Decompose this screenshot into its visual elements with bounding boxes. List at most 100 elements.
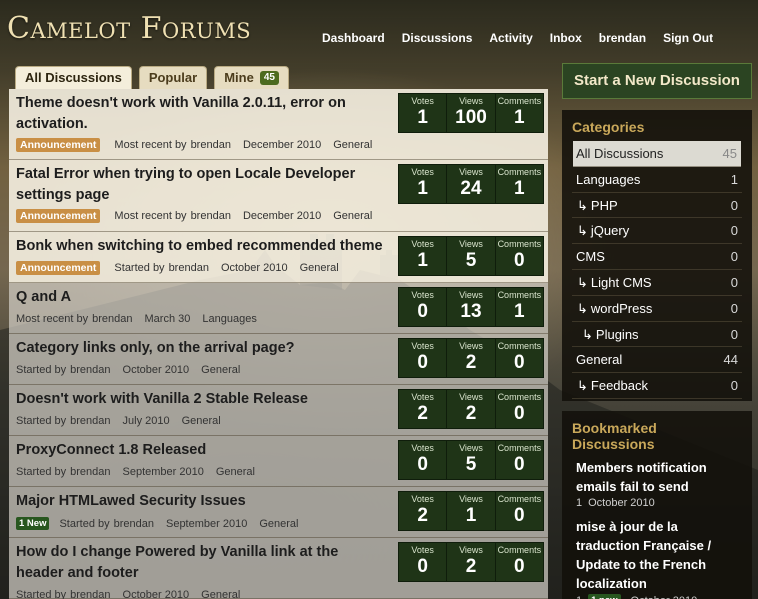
bookmark-item[interactable]: mise à jour de la traduction Française /…	[562, 517, 752, 599]
stat-value: 1	[417, 178, 428, 199]
votes-stat: Votes 0	[399, 543, 448, 581]
discussion-author[interactable]: Started by brendan	[16, 364, 111, 376]
category-item[interactable]: Languages 1	[572, 167, 742, 193]
votes-stat: Votes 0	[399, 441, 448, 479]
nav-sign-out[interactable]: Sign Out	[663, 31, 713, 45]
discussion-author[interactable]: Started by brendan	[114, 262, 209, 274]
stat-label: Views	[459, 392, 483, 402]
bookmark-title-link[interactable]: Members notification emails fail to send	[576, 458, 742, 496]
comments-stat: Comments 0	[496, 237, 543, 275]
discussion-author[interactable]: Most recent by brendan	[114, 210, 231, 222]
site-header: Camelot Forums Dashboard Discussions Act…	[0, 0, 758, 56]
discussion-category-link[interactable]: General	[182, 415, 221, 427]
nav-activity[interactable]: Activity	[489, 31, 532, 45]
author-name-link[interactable]: brendan	[70, 364, 110, 376]
category-item[interactable]: General 44	[572, 347, 742, 374]
discussion-category-link[interactable]: General	[333, 210, 372, 222]
discussion-row[interactable]: Fatal Error when trying to open Locale D…	[9, 160, 548, 232]
views-stat: Views 13	[447, 288, 496, 326]
stat-value: 1	[465, 505, 477, 526]
start-new-discussion-button[interactable]: Start a New Discussion	[562, 63, 752, 99]
discussion-title-link[interactable]: How do I change Powered by Vanilla link …	[16, 542, 386, 584]
discussion-row[interactable]: Doesn't work with Vanilla 2 Stable Relea…	[9, 385, 548, 436]
category-item[interactable]: CMS 0	[572, 244, 742, 270]
discussion-title-link[interactable]: Q and A	[16, 287, 386, 308]
nav-inbox[interactable]: Inbox	[550, 31, 582, 45]
category-item[interactable]: ↳ PHP 0	[572, 193, 742, 219]
discussion-title-link[interactable]: Major HTMLawed Security Issues	[16, 491, 386, 512]
discussion-title-link[interactable]: Fatal Error when trying to open Locale D…	[16, 164, 386, 206]
discussion-author[interactable]: Started by brendan	[16, 415, 111, 427]
author-prefix: Started by	[114, 262, 165, 274]
nav-dashboard[interactable]: Dashboard	[322, 31, 385, 45]
discussion-category-link[interactable]: General	[333, 139, 372, 151]
author-name-link[interactable]: brendan	[92, 313, 132, 325]
discussion-author[interactable]: Most recent by brendan	[16, 313, 133, 325]
category-count: 0	[730, 197, 738, 213]
author-name-link[interactable]: brendan	[70, 589, 110, 599]
discussion-title-link[interactable]: Doesn't work with Vanilla 2 Stable Relea…	[16, 389, 386, 410]
author-name-link[interactable]: brendan	[191, 139, 231, 151]
stat-label: Votes	[411, 239, 434, 249]
bookmark-title-link[interactable]: mise à jour de la traduction Française /…	[576, 517, 742, 593]
discussion-row[interactable]: ProxyConnect 1.8 Released Started by brend…	[9, 436, 548, 487]
discussion-category-link[interactable]: General	[201, 589, 240, 599]
announcement-badge: Announcement	[16, 261, 101, 275]
discussion-author[interactable]: Most recent by brendan	[114, 139, 231, 151]
discussion-title-link[interactable]: Theme doesn't work with Vanilla 2.0.11, …	[16, 93, 386, 135]
discussion-author[interactable]: Started by brendan	[16, 466, 111, 478]
stat-value: 5	[465, 250, 477, 271]
tab-mine[interactable]: Mine 45	[214, 66, 289, 89]
nav-discussions[interactable]: Discussions	[402, 31, 473, 45]
site-logo[interactable]: Camelot Forums	[7, 11, 251, 47]
category-item[interactable]: ↳ wordPress 0	[572, 296, 742, 322]
author-name-link[interactable]: brendan	[70, 415, 110, 427]
discussion-category-link[interactable]: General	[259, 518, 298, 530]
discussion-category-link[interactable]: General	[216, 466, 255, 478]
discussion-author[interactable]: Started by brendan	[16, 589, 111, 599]
stat-label: Comments	[497, 443, 542, 453]
category-count: 1	[730, 171, 738, 187]
votes-stat: Votes 2	[399, 492, 448, 530]
stat-label: Comments	[497, 392, 542, 402]
category-item[interactable]: All Discussions 45	[573, 141, 741, 167]
comments-stat: Comments 0	[496, 339, 543, 377]
discussion-category-link[interactable]: General	[300, 262, 339, 274]
discussion-title-link[interactable]: Bonk when switching to embed recommended…	[16, 236, 386, 257]
discussion-row[interactable]: Bonk when switching to embed recommended…	[9, 232, 548, 283]
author-prefix: Started by	[16, 415, 67, 427]
stat-value: 0	[514, 250, 525, 271]
author-name-link[interactable]: brendan	[70, 466, 110, 478]
nav-profile[interactable]: brendan	[599, 31, 646, 45]
discussion-category-link[interactable]: General	[201, 364, 240, 376]
discussion-row[interactable]: Theme doesn't work with Vanilla 2.0.11, …	[9, 89, 548, 160]
category-item[interactable]: ↳ Light CMS 0	[572, 270, 742, 296]
category-count: 0	[730, 223, 738, 239]
author-name-link[interactable]: brendan	[169, 262, 209, 274]
discussion-title-link[interactable]: Category links only, on the arrival page…	[16, 338, 386, 359]
discussion-title-link[interactable]: ProxyConnect 1.8 Released	[16, 440, 386, 461]
subcategory-arrow-icon: ↳	[577, 197, 588, 213]
discussion-row[interactable]: Q and A Most recent by brendan March 30 Lang…	[9, 283, 548, 334]
discussion-row[interactable]: How do I change Powered by Vanilla link …	[9, 538, 548, 599]
category-item[interactable]: ↳ jQuery 0	[572, 218, 742, 245]
discussion-category-link[interactable]: Languages	[202, 313, 256, 325]
stat-label: Views	[459, 167, 483, 177]
stat-value: 0	[514, 352, 525, 373]
discussion-row[interactable]: Major HTMLawed Security Issues 1 New Start…	[9, 487, 548, 538]
discussion-author[interactable]: Started by brendan	[59, 518, 154, 530]
author-name-link[interactable]: brendan	[191, 210, 231, 222]
author-name-link[interactable]: brendan	[114, 518, 154, 530]
category-item[interactable]: ↳ Feedback 0	[572, 373, 742, 399]
category-label: General	[576, 352, 623, 368]
comments-stat: Comments 1	[496, 288, 543, 326]
tab-popular[interactable]: Popular	[138, 66, 208, 89]
new-comments-badge: 1 new	[588, 594, 621, 599]
discussion-row[interactable]: Category links only, on the arrival page…	[9, 334, 548, 385]
category-label: Languages	[576, 171, 641, 187]
bookmark-item[interactable]: Members notification emails fail to send…	[562, 458, 752, 509]
stat-label: Votes	[411, 392, 434, 402]
views-stat: Views 5	[447, 237, 496, 275]
tab-all-discussions[interactable]: All Discussions	[15, 66, 132, 89]
category-item[interactable]: ↳ Plugins 0	[572, 322, 742, 348]
